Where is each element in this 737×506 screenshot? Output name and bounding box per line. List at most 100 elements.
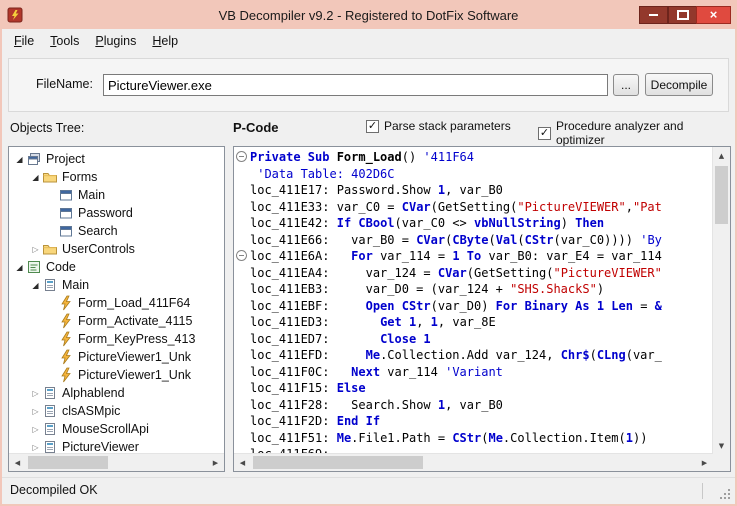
tree-item-label: PictureViewer1_Unk xyxy=(78,368,191,382)
menu-item-help[interactable]: Help xyxy=(144,31,186,51)
collapse-arrow-icon[interactable]: ◢ xyxy=(29,173,42,182)
code-text: Me.File1.Path = CStr(Me.Collection.Item(… xyxy=(329,431,647,445)
tree-item-pictureviewer1-unk[interactable]: PictureViewer1_Unk xyxy=(9,366,224,384)
checkbox-check-icon: ✓ xyxy=(538,127,551,140)
proc-icon xyxy=(58,349,74,365)
code-vertical-scrollbar[interactable]: ▲ ▼ xyxy=(712,147,730,454)
collapse-arrow-icon[interactable]: ◢ xyxy=(13,263,26,272)
code-text: var_B0 = CVar(CByte(Val(CStr(var_C0)))) … xyxy=(329,233,661,247)
procedure-analyzer-checkbox[interactable]: ✓ Procedure analyzer and optimizer xyxy=(538,119,735,147)
fold-collapse-icon[interactable] xyxy=(236,248,250,265)
module-icon xyxy=(42,385,58,401)
tree-item-form-activate-4115[interactable]: Form_Activate_4115 xyxy=(9,312,224,330)
close-button[interactable]: × xyxy=(696,6,731,24)
scrollbar-thumb[interactable] xyxy=(715,166,728,224)
tree-item-search[interactable]: Search xyxy=(9,222,224,240)
proc-icon xyxy=(58,331,74,347)
tree-item-forms[interactable]: ◢Forms xyxy=(9,168,224,186)
code-line[interactable]: loc_411F2D: End If xyxy=(236,413,713,430)
tree-item-clsasmpic[interactable]: ▷clsASMpic xyxy=(9,402,224,420)
address-label: loc_411E6A: xyxy=(250,249,329,263)
window-title: VB Decompiler v9.2 - Registered to DotFi… xyxy=(2,2,735,29)
code-text: Password.Show 1, var_B0 xyxy=(329,183,502,197)
code-line[interactable]: loc_411F28: Search.Show 1, var_B0 xyxy=(236,397,713,414)
tree-item-label: PictureViewer1_Unk xyxy=(78,350,191,364)
expand-arrow-icon[interactable]: ▷ xyxy=(29,425,42,434)
tree-item-mousescrollapi[interactable]: ▷MouseScrollApi xyxy=(9,420,224,438)
decompile-button[interactable]: Decompile xyxy=(645,73,713,96)
code-line[interactable]: loc_411F15: Else xyxy=(236,380,713,397)
form-icon xyxy=(58,223,74,239)
module-icon xyxy=(42,421,58,437)
code-line[interactable]: loc_411EFD: Me.Collection.Add var_124, C… xyxy=(236,347,713,364)
expand-arrow-icon[interactable]: ▷ xyxy=(29,443,42,452)
module-icon xyxy=(42,403,58,419)
address-label: loc_411F0C: xyxy=(250,365,329,379)
form-icon xyxy=(58,187,74,203)
resize-grip[interactable] xyxy=(720,489,731,500)
maximize-button[interactable] xyxy=(668,6,697,24)
expand-arrow-icon[interactable]: ▷ xyxy=(29,389,42,398)
tree-item-label: PictureViewer xyxy=(62,440,139,454)
scroll-left-icon[interactable]: ◀ xyxy=(9,454,26,471)
code-horizontal-scrollbar[interactable]: ◀ ▶ xyxy=(234,453,713,471)
parse-stack-parameters-checkbox[interactable]: ✓ Parse stack parameters xyxy=(366,119,511,133)
tree-item-password[interactable]: Password xyxy=(9,204,224,222)
tree-horizontal-scrollbar[interactable]: ◀ ▶ xyxy=(9,453,224,471)
code-line[interactable]: loc_411EBF: Open CStr(var_D0) For Binary… xyxy=(236,298,713,315)
code-line[interactable]: loc_411EB3: var_D0 = (var_124 + "SHS.Sha… xyxy=(236,281,713,298)
tree-item-main[interactable]: Main xyxy=(9,186,224,204)
scrollbar-thumb[interactable] xyxy=(253,456,423,469)
code-line[interactable]: loc_411E33: var_C0 = CVar(GetSetting("Pi… xyxy=(236,199,713,216)
tree-item-pictureviewer[interactable]: ▷ PictureViewer xyxy=(9,438,224,454)
code-line[interactable]: Private Sub Form_Load() '411F64 xyxy=(236,149,713,166)
objects-tree-panel: ◢Project◢FormsMainPassword Search ▷UserCon… xyxy=(8,146,225,472)
address-label: loc_411E66: xyxy=(250,233,329,247)
menu-item-tools[interactable]: Tools xyxy=(42,31,87,51)
status-separator xyxy=(702,483,703,499)
code-line[interactable]: loc_411E6A: For var_114 = 1 To var_B0: v… xyxy=(236,248,713,265)
tree-item-form-keypress-413[interactable]: Form_KeyPress_413 xyxy=(9,330,224,348)
menu-item-plugins[interactable]: Plugins xyxy=(87,31,144,51)
code-line[interactable]: 'Data Table: 402D6C xyxy=(236,166,713,183)
tree-item-main[interactable]: ◢Main xyxy=(9,276,224,294)
scroll-up-icon[interactable]: ▲ xyxy=(713,147,730,164)
address-label: loc_411F15: xyxy=(250,381,329,395)
code-line[interactable]: loc_411E17: Password.Show 1, var_B0 xyxy=(236,182,713,199)
fold-collapse-icon[interactable] xyxy=(236,149,250,166)
code-line[interactable]: loc_411E66: var_B0 = CVar(CByte(Val(CStr… xyxy=(236,232,713,249)
scrollbar-thumb[interactable] xyxy=(28,456,108,469)
minimize-button[interactable] xyxy=(639,6,668,24)
scroll-left-icon[interactable]: ◀ xyxy=(234,454,251,471)
tree-item-alphablend[interactable]: ▷Alphablend xyxy=(9,384,224,402)
code-text: For var_114 = 1 To var_B0: var_E4 = var_… xyxy=(329,249,661,263)
tree-item-project[interactable]: ◢Project xyxy=(9,150,224,168)
address-label: loc_411E33: xyxy=(250,200,329,214)
collapse-arrow-icon[interactable]: ◢ xyxy=(13,155,26,164)
tree-item-code[interactable]: ◢Code xyxy=(9,258,224,276)
tree-item-pictureviewer1-unk[interactable]: PictureViewer1_Unk xyxy=(9,348,224,366)
expand-arrow-icon[interactable]: ▷ xyxy=(29,407,42,416)
code-line[interactable]: loc_411F51: Me.File1.Path = CStr(Me.Coll… xyxy=(236,430,713,447)
status-text: Decompiled OK xyxy=(10,478,98,503)
collapse-arrow-icon[interactable]: ◢ xyxy=(29,281,42,290)
tree-item-form-load-411f64[interactable]: Form_Load_411F64 xyxy=(9,294,224,312)
title-bar[interactable]: VB Decompiler v9.2 - Registered to DotFi… xyxy=(2,2,735,29)
menu-item-file[interactable]: File xyxy=(6,31,42,51)
tree-item-usercontrols[interactable]: ▷UserControls xyxy=(9,240,224,258)
code-line[interactable]: loc_411ED7: Close 1 xyxy=(236,331,713,348)
scroll-down-icon[interactable]: ▼ xyxy=(713,437,730,454)
code-line[interactable]: loc_411ED3: Get 1, 1, var_8E xyxy=(236,314,713,331)
code-line[interactable]: loc_411E42: If CBool(var_C0 <> vbNullStr… xyxy=(236,215,713,232)
file-panel: FileName: ... Decompile xyxy=(8,58,729,112)
expand-arrow-icon[interactable]: ▷ xyxy=(29,245,42,254)
code-line[interactable]: loc_411F0C: Next var_114 'Variant xyxy=(236,364,713,381)
browse-button[interactable]: ... xyxy=(613,74,639,96)
filename-input[interactable] xyxy=(103,74,608,96)
tree-item-label: Form_Activate_4115 xyxy=(78,314,192,328)
code-line[interactable]: loc_411EA4: var_124 = CVar(GetSetting("P… xyxy=(236,265,713,282)
scroll-right-icon[interactable]: ▶ xyxy=(207,454,224,471)
address-label: loc_411F51: xyxy=(250,431,329,445)
scroll-right-icon[interactable]: ▶ xyxy=(696,454,713,471)
tree-item-label: Search xyxy=(78,224,118,238)
